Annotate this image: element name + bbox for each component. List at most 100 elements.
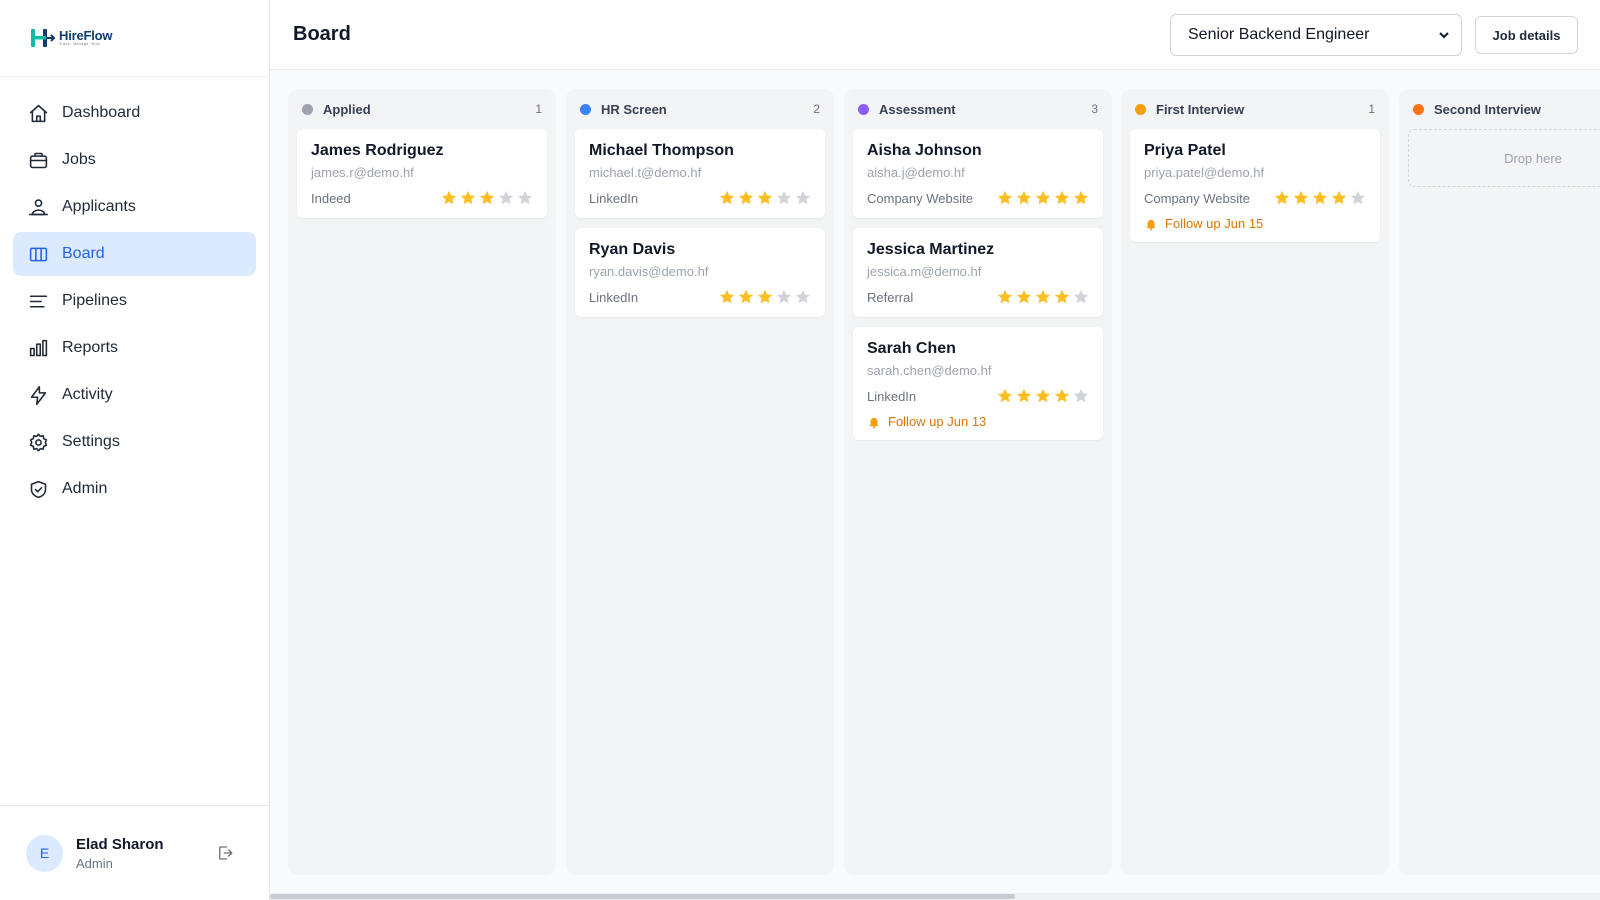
sidebar-item-pipelines[interactable]: Pipelines bbox=[13, 279, 256, 323]
star-icon[interactable] bbox=[1034, 189, 1052, 207]
candidate-card[interactable]: Aisha Johnson aisha.j@demo.hf Company We… bbox=[853, 129, 1103, 218]
job-select[interactable]: Senior Backend Engineer bbox=[1170, 14, 1462, 56]
status-dot bbox=[1135, 103, 1146, 115]
rating-stars[interactable] bbox=[996, 387, 1090, 405]
scrollbar-thumb[interactable] bbox=[270, 894, 1015, 899]
star-icon[interactable] bbox=[1034, 288, 1052, 306]
sidebar-item-reports[interactable]: Reports bbox=[13, 326, 256, 370]
star-icon[interactable] bbox=[996, 189, 1014, 207]
rating-stars[interactable] bbox=[718, 288, 812, 306]
star-icon[interactable] bbox=[718, 189, 736, 207]
zap-icon bbox=[27, 384, 49, 406]
star-icon[interactable] bbox=[1034, 387, 1052, 405]
logout-icon[interactable] bbox=[213, 841, 237, 865]
column-applied: Applied 1 James Rodriguez james.r@demo.h… bbox=[288, 89, 556, 875]
star-icon[interactable] bbox=[794, 189, 812, 207]
sidebar-item-label: Admin bbox=[62, 480, 108, 497]
star-icon[interactable] bbox=[756, 189, 774, 207]
sidebar-item-label: Pipelines bbox=[62, 292, 127, 309]
sidebar-item-settings[interactable]: Settings bbox=[13, 420, 256, 464]
star-icon[interactable] bbox=[497, 189, 515, 207]
star-icon[interactable] bbox=[794, 288, 812, 306]
star-icon[interactable] bbox=[1072, 288, 1090, 306]
page-title: Board bbox=[293, 23, 351, 45]
column-second-interview: Second Interview Drop here bbox=[1399, 89, 1600, 875]
star-icon[interactable] bbox=[1053, 387, 1071, 405]
candidate-source: LinkedIn bbox=[589, 289, 639, 305]
candidate-card[interactable]: Ryan Davis ryan.davis@demo.hf LinkedIn bbox=[575, 228, 825, 317]
star-icon[interactable] bbox=[1292, 189, 1310, 207]
candidate-name: Aisha Johnson bbox=[867, 142, 982, 159]
star-icon[interactable] bbox=[1015, 288, 1033, 306]
candidate-email: sarah.chen@demo.hf bbox=[867, 363, 992, 378]
column-assessment: Assessment 3 Aisha Johnson aisha.j@demo.… bbox=[844, 89, 1112, 875]
users-icon bbox=[27, 196, 49, 218]
rating-stars[interactable] bbox=[996, 189, 1090, 207]
star-icon[interactable] bbox=[516, 189, 534, 207]
star-icon[interactable] bbox=[1053, 288, 1071, 306]
sidebar: HireFlow Track. Manage. Hire. Dashboard … bbox=[0, 0, 270, 900]
star-icon[interactable] bbox=[996, 387, 1014, 405]
candidate-card[interactable]: Sarah Chen sarah.chen@demo.hf LinkedIn F… bbox=[853, 327, 1103, 440]
drop-zone[interactable]: Drop here bbox=[1408, 129, 1600, 187]
star-icon[interactable] bbox=[440, 189, 458, 207]
rating-stars[interactable] bbox=[440, 189, 534, 207]
candidate-card[interactable]: Michael Thompson michael.t@demo.hf Linke… bbox=[575, 129, 825, 218]
candidate-card[interactable]: Jessica Martinez jessica.m@demo.hf Refer… bbox=[853, 228, 1103, 317]
logo[interactable]: HireFlow Track. Manage. Hire. bbox=[0, 0, 269, 77]
star-icon[interactable] bbox=[1072, 189, 1090, 207]
star-icon[interactable] bbox=[1311, 189, 1329, 207]
candidate-source: LinkedIn bbox=[867, 388, 917, 404]
candidate-email: priya.patel@demo.hf bbox=[1144, 165, 1265, 180]
star-icon[interactable] bbox=[1053, 189, 1071, 207]
candidate-name: Priya Patel bbox=[1144, 142, 1226, 159]
candidate-name: Michael Thompson bbox=[589, 142, 734, 159]
star-icon[interactable] bbox=[718, 288, 736, 306]
star-icon[interactable] bbox=[756, 288, 774, 306]
candidate-card[interactable]: Priya Patel priya.patel@demo.hf Company … bbox=[1130, 129, 1380, 242]
column-title: Applied bbox=[323, 101, 371, 117]
sidebar-item-label: Board bbox=[62, 245, 105, 262]
star-icon[interactable] bbox=[737, 189, 755, 207]
candidate-card[interactable]: James Rodriguez james.r@demo.hf Indeed bbox=[297, 129, 547, 218]
rating-stars[interactable] bbox=[996, 288, 1090, 306]
status-dot bbox=[1413, 103, 1424, 115]
job-select-value: Senior Backend Engineer bbox=[1188, 26, 1370, 43]
user-profile: E Elad Sharon Admin bbox=[0, 805, 269, 900]
rating-stars[interactable] bbox=[718, 189, 812, 207]
star-icon[interactable] bbox=[1015, 189, 1033, 207]
star-icon[interactable] bbox=[996, 288, 1014, 306]
rating-stars[interactable] bbox=[1273, 189, 1367, 207]
sidebar-item-board[interactable]: Board bbox=[13, 232, 256, 276]
candidate-source: Indeed bbox=[311, 190, 351, 206]
gear-icon bbox=[27, 431, 49, 453]
star-icon[interactable] bbox=[1273, 189, 1291, 207]
star-icon[interactable] bbox=[737, 288, 755, 306]
sidebar-item-label: Jobs bbox=[62, 151, 96, 168]
star-icon[interactable] bbox=[478, 189, 496, 207]
candidate-name: James Rodriguez bbox=[311, 142, 444, 159]
sidebar-item-activity[interactable]: Activity bbox=[13, 373, 256, 417]
star-icon[interactable] bbox=[1072, 387, 1090, 405]
job-details-button[interactable]: Job details bbox=[1475, 16, 1578, 54]
column-title: First Interview bbox=[1156, 101, 1245, 117]
chevron-down-icon bbox=[1437, 28, 1451, 42]
sidebar-item-applicants[interactable]: Applicants bbox=[13, 185, 256, 229]
star-icon[interactable] bbox=[459, 189, 477, 207]
star-icon[interactable] bbox=[1015, 387, 1033, 405]
column-title: Second Interview bbox=[1434, 101, 1541, 117]
star-icon[interactable] bbox=[775, 288, 793, 306]
sidebar-item-jobs[interactable]: Jobs bbox=[13, 138, 256, 182]
star-icon[interactable] bbox=[775, 189, 793, 207]
avatar[interactable]: E bbox=[26, 834, 63, 872]
bell-icon bbox=[867, 415, 881, 429]
star-icon[interactable] bbox=[1330, 189, 1348, 207]
candidate-name: Jessica Martinez bbox=[867, 241, 995, 258]
sidebar-item-dashboard[interactable]: Dashboard bbox=[13, 91, 256, 135]
column-title: HR Screen bbox=[601, 101, 667, 117]
horizontal-scrollbar[interactable] bbox=[270, 893, 1600, 900]
candidate-source: Referral bbox=[867, 289, 914, 305]
briefcase-icon bbox=[27, 149, 49, 171]
star-icon[interactable] bbox=[1349, 189, 1367, 207]
sidebar-item-admin[interactable]: Admin bbox=[13, 467, 256, 511]
